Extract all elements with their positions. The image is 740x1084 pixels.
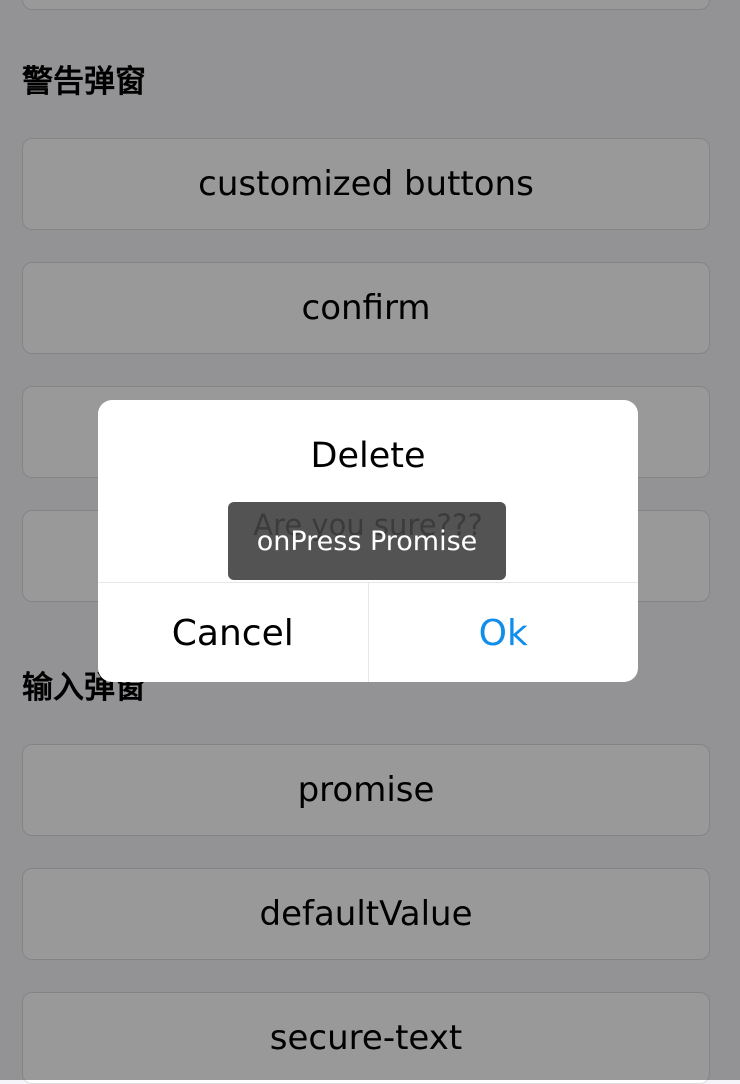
toast-message: onPress Promise <box>228 502 506 580</box>
modal-title: Delete <box>310 436 426 476</box>
modal-footer: Cancel Ok <box>98 582 638 682</box>
cancel-button[interactable]: Cancel <box>98 583 369 682</box>
ok-button[interactable]: Ok <box>369 583 639 682</box>
